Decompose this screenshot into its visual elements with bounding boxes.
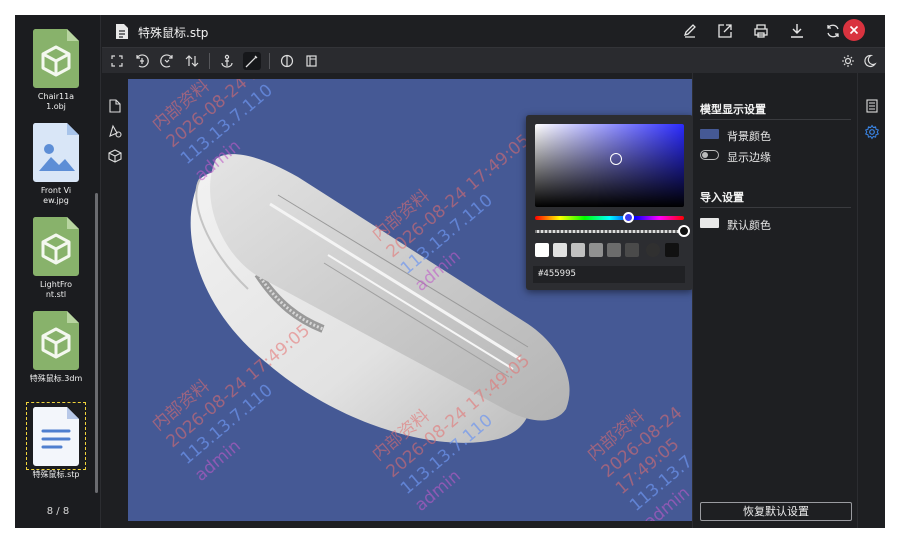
file-title: 特殊鼠标.stp: [138, 26, 209, 40]
print-icon[interactable]: [751, 21, 771, 41]
section-icon[interactable]: [278, 52, 296, 70]
document-icon: [115, 23, 129, 43]
measure-icon[interactable]: [243, 52, 261, 70]
file-thumbnail-rail: Chair11a 1.obj Front Vi ew.jpg LightFro …: [15, 15, 101, 528]
saturation-value-area[interactable]: [535, 124, 684, 207]
list-icon[interactable]: [864, 98, 880, 114]
section-divider: [700, 207, 851, 208]
model-file-icon: [29, 215, 83, 277]
model-display-heading: 模型显示设置: [700, 103, 766, 116]
cube-icon[interactable]: [107, 148, 123, 164]
preset-swatch[interactable]: [571, 243, 585, 257]
file-thumb-caption: LightFro nt.stl: [40, 280, 72, 299]
close-icon[interactable]: [843, 19, 865, 41]
show-edges-label: 显示边缘: [727, 151, 771, 164]
hex-input[interactable]: #455995: [533, 266, 685, 283]
file-outline-icon[interactable]: [107, 98, 123, 114]
background-color-label: 背景颜色: [727, 130, 771, 143]
flip-icon[interactable]: [183, 52, 201, 70]
file-thumb-lightfront[interactable]: LightFro nt.stl: [27, 215, 85, 300]
file-thumb-caption: 特殊鼠标.stp: [32, 470, 80, 479]
model-file-icon: [29, 27, 83, 89]
image-file-icon: [29, 121, 83, 183]
background-color-swatch[interactable]: [700, 129, 719, 139]
anchor-icon[interactable]: [218, 52, 236, 70]
preset-swatch[interactable]: [553, 243, 567, 257]
file-thumb-mouse-stp[interactable]: 特殊鼠标.stp: [26, 402, 86, 480]
dark-mode-icon[interactable]: [863, 52, 881, 70]
hue-slider-handle[interactable]: [623, 212, 634, 223]
reset-defaults-button[interactable]: 恢复默认设置: [700, 502, 852, 521]
viewer-app: Chair11a 1.obj Front Vi ew.jpg LightFro …: [15, 15, 885, 528]
preset-swatch[interactable]: [646, 243, 660, 257]
right-panel-tabs: [857, 73, 885, 528]
file-thumb-caption: Front Vi ew.jpg: [40, 186, 72, 205]
viewport-side-tools: [102, 73, 128, 528]
document-file-icon: [26, 402, 86, 470]
file-thumb-front-view[interactable]: Front Vi ew.jpg: [27, 121, 85, 206]
rotate-y-icon[interactable]: [158, 52, 176, 70]
file-thumb-caption: 特殊鼠标.3dm: [29, 374, 83, 383]
file-thumb-mouse-3dm[interactable]: 特殊鼠标.3dm: [27, 309, 85, 384]
preset-swatch[interactable]: [665, 243, 679, 257]
settings-gear-icon[interactable]: [864, 124, 880, 140]
color-picker: #455995: [526, 115, 693, 290]
preset-swatch[interactable]: [589, 243, 603, 257]
hue-slider[interactable]: [535, 216, 684, 220]
light-icon[interactable]: [839, 52, 857, 70]
edit-icon[interactable]: [680, 21, 700, 41]
page-counter: 8 / 8: [46, 506, 70, 517]
selection-frame: [26, 402, 86, 470]
title-bar: 特殊鼠标.stp: [102, 15, 885, 47]
preset-swatch[interactable]: [607, 243, 621, 257]
toolbar-divider: [269, 53, 270, 69]
download-icon[interactable]: [787, 21, 807, 41]
import-settings-heading: 导入设置: [700, 191, 744, 204]
rotate-x-icon[interactable]: [133, 52, 151, 70]
section-divider: [700, 119, 851, 120]
fit-view-icon[interactable]: [108, 52, 126, 70]
open-external-icon[interactable]: [715, 21, 735, 41]
preset-swatch[interactable]: [535, 243, 549, 257]
file-thumb-chair[interactable]: Chair11a 1.obj: [27, 27, 85, 112]
toolbar-divider: [209, 53, 210, 69]
explode-icon[interactable]: [303, 52, 321, 70]
view-toolbar: [102, 47, 885, 73]
file-thumb-caption: Chair11a 1.obj: [37, 92, 75, 111]
default-color-swatch[interactable]: [700, 218, 719, 228]
preset-swatch[interactable]: [625, 243, 639, 257]
model-file-icon: [29, 309, 83, 371]
alpha-slider-handle[interactable]: [678, 225, 690, 237]
alpha-slider[interactable]: [535, 230, 684, 233]
settings-panel: 模型显示设置 背景颜色 显示边缘 导入设置 默认颜色 恢复默认设置: [692, 73, 857, 528]
refresh-icon[interactable]: [823, 21, 843, 41]
shapes-icon[interactable]: [107, 123, 123, 139]
rail-scrollbar[interactable]: [95, 193, 98, 493]
color-cursor[interactable]: [610, 153, 622, 165]
default-color-label: 默认颜色: [727, 219, 771, 232]
show-edges-toggle[interactable]: [700, 150, 719, 160]
